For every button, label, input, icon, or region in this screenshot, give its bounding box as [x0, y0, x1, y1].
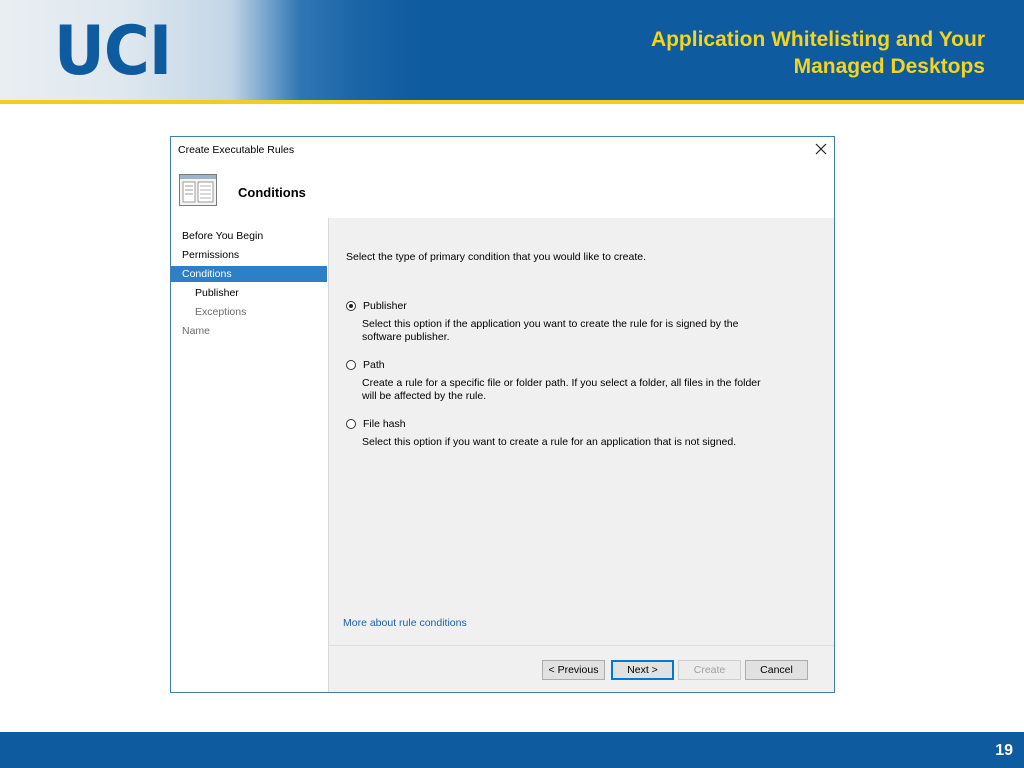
dialog-title: Create Executable Rules — [178, 144, 295, 156]
nav-item-name: Name — [182, 325, 211, 337]
close-icon[interactable] — [813, 141, 829, 157]
wizard-page-icon — [179, 174, 217, 206]
button-separator — [329, 645, 834, 646]
next-button[interactable]: Next > — [611, 660, 674, 680]
publisher-radio[interactable] — [346, 301, 356, 311]
path-label[interactable]: Path — [363, 359, 385, 371]
file-hash-description: Select this option if you want to create… — [362, 436, 737, 448]
slide-title: Application Whitelisting and Your Manage… — [651, 26, 985, 80]
nav-item-permissions[interactable]: Permissions — [171, 247, 327, 263]
create-button: Create — [678, 660, 741, 680]
more-about-rule-conditions-link[interactable]: More about rule conditions — [343, 617, 467, 629]
content-panel: Select the type of primary condition tha… — [329, 218, 834, 692]
file-hash-label[interactable]: File hash — [363, 418, 406, 430]
slide-header: UCI Application Whitelisting and Your Ma… — [0, 0, 1024, 100]
publisher-description: Select this option if the application yo… — [362, 318, 739, 343]
condition-prompt: Select the type of primary condition tha… — [346, 251, 646, 263]
path-radio[interactable] — [346, 360, 356, 370]
create-executable-rules-dialog: Create Executable Rules Conditions Befor… — [170, 136, 835, 693]
nav-item-exceptions: Exceptions — [195, 306, 247, 318]
page-heading: Conditions — [238, 185, 306, 200]
nav-item-publisher[interactable]: Publisher — [171, 285, 327, 301]
nav-item-conditions[interactable]: Conditions — [171, 266, 327, 282]
cancel-button[interactable]: Cancel — [745, 660, 808, 680]
wizard-steps-sidebar: Before You Begin Permissions Conditions … — [171, 218, 329, 692]
header-stripe — [0, 100, 1024, 104]
previous-button[interactable]: < Previous — [542, 660, 605, 680]
path-description: Create a rule for a specific file or fol… — [362, 377, 761, 402]
page-number: 19 — [995, 742, 1013, 759]
file-hash-radio[interactable] — [346, 419, 356, 429]
uci-logo: UCI — [54, 12, 172, 91]
slide-footer: 19 — [0, 732, 1024, 768]
publisher-label[interactable]: Publisher — [363, 300, 407, 312]
slide-title-line-2: Managed Desktops — [793, 55, 985, 78]
dialog-header: Create Executable Rules Conditions — [171, 137, 834, 218]
nav-item-before-you-begin[interactable]: Before You Begin — [171, 228, 327, 244]
slide-title-line-1: Application Whitelisting and Your — [650, 28, 985, 51]
